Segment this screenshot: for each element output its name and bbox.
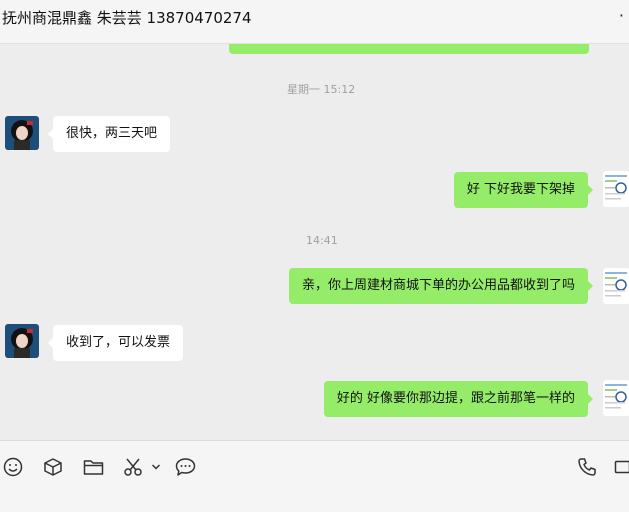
timestamp: 14:41 (306, 234, 338, 247)
outgoing-message[interactable]: 亲，你上周建材商城下单的办公用品都收到了吗 (288, 268, 594, 304)
incoming-message[interactable]: 收到了，可以发票 (47, 325, 184, 361)
phone-icon[interactable] (576, 455, 598, 479)
self-avatar[interactable] (603, 171, 629, 207)
emoji-icon[interactable] (2, 455, 24, 479)
chat-title: 抚州商混鼎鑫 朱芸芸 13870470274 (2, 9, 252, 27)
previous-message-bubble (229, 44, 589, 54)
incoming-message[interactable]: 很快，两三天吧 (47, 116, 171, 152)
chat-bubble-icon[interactable] (174, 455, 196, 479)
outgoing-message[interactable]: 好的 好像要你那边提，跟之前那笔一样的 (323, 381, 594, 417)
scissors-icon[interactable] (122, 455, 144, 479)
input-toolbar (0, 440, 629, 512)
self-avatar[interactable] (603, 268, 629, 304)
contact-avatar[interactable] (5, 324, 39, 358)
cube-icon[interactable] (42, 455, 64, 479)
video-icon[interactable] (614, 455, 629, 479)
contact-avatar[interactable] (5, 116, 39, 150)
chevron-down-icon[interactable] (150, 455, 162, 479)
timestamp: 星期一 15:12 (287, 83, 356, 96)
message-list[interactable]: 星期一 15:12 很快，两三天吧 好 下好我要下架掉 14:41 亲，你上周建… (0, 44, 629, 440)
more-options-icon[interactable]: · (619, 6, 625, 25)
chat-header: 抚州商混鼎鑫 朱芸芸 13870470274 · (0, 0, 629, 44)
outgoing-message[interactable]: 好 下好我要下架掉 (453, 172, 594, 208)
folder-icon[interactable] (82, 455, 104, 479)
self-avatar[interactable] (603, 380, 629, 416)
